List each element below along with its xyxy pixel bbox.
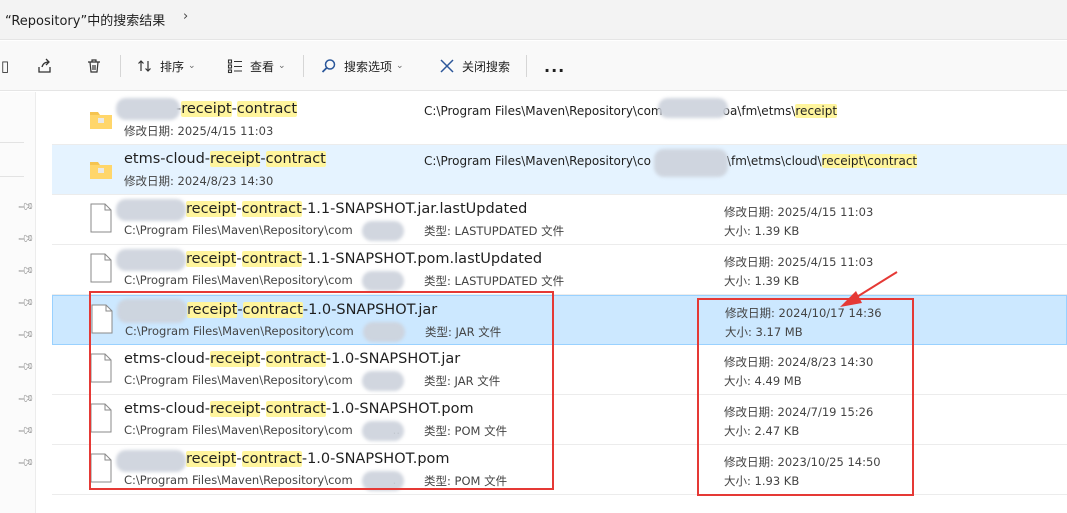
search-options-label: 搜索选项 xyxy=(344,59,393,74)
modified-date: 修改日期: 2025/4/15 11:03 xyxy=(724,205,874,219)
copy-icon: ▯ xyxy=(0,57,10,75)
file-path: C:\Program Files\Maven\Repository\com xyxy=(124,273,353,287)
folder-icon xyxy=(90,162,112,179)
file-row[interactable]: receipt-contract-1.1-SNAPSHOT.jar.lastUp… xyxy=(52,195,1067,245)
modified-date: 修改日期: 2025/4/15 11:03 xyxy=(724,255,874,269)
folder-name[interactable]: etms-cloud-receipt-contract xyxy=(124,151,326,167)
modified-date: 修改日期: 2024/8/23 14:30 xyxy=(124,174,274,188)
redaction-blur xyxy=(362,271,404,291)
sort-button[interactable]: 排序 ⌄ xyxy=(136,41,196,91)
search-options-icon xyxy=(320,57,338,75)
redaction-blur xyxy=(116,199,186,221)
file-icon xyxy=(90,203,112,233)
view-button[interactable]: 查看 ⌄ xyxy=(226,41,286,91)
pin-icon[interactable]: 📌︎ xyxy=(16,325,35,344)
pin-icon[interactable]: 📌︎ xyxy=(16,229,35,248)
file-path: C:\Program Files\Maven\Repository\com xyxy=(124,223,353,237)
folder-row[interactable]: -receipt-contract 修改日期: 2025/4/15 11:03 … xyxy=(52,95,1067,145)
redaction-blur xyxy=(116,249,186,271)
more-icon: ... xyxy=(544,56,566,76)
pin-icon[interactable]: 📌︎ xyxy=(16,261,35,280)
divider xyxy=(0,142,24,143)
file-row[interactable]: receipt-contract-1.1-SNAPSHOT.pom.lastUp… xyxy=(52,245,1067,295)
share-icon xyxy=(36,57,54,75)
pin-icon[interactable]: 📌︎ xyxy=(16,197,35,216)
chevron-down-icon: ⌄ xyxy=(278,61,286,71)
share-partial-button[interactable]: ▯ xyxy=(0,41,20,91)
divider xyxy=(120,55,121,77)
search-options-button[interactable]: 搜索选项 ⌄ xyxy=(320,41,404,91)
view-list-icon xyxy=(226,57,244,75)
redaction-blur xyxy=(362,221,404,241)
folder-path: C:\Program Files\Maven\Repository\com oa\… xyxy=(424,104,838,118)
pin-icon[interactable]: 📌︎ xyxy=(16,357,35,376)
command-bar: ▯ 排序 ⌄ 查看 ⌄ 搜索选项 ⌄ 关闭搜索 ... xyxy=(0,41,1067,91)
chevron-down-icon: ⌄ xyxy=(396,61,404,71)
close-icon xyxy=(438,57,456,75)
title-bar: “Repository”中的搜索结果 › xyxy=(0,0,1067,40)
divider xyxy=(526,55,527,77)
folder-row[interactable]: etms-cloud-receipt-contract 修改日期: 2024/8… xyxy=(52,145,1067,195)
pin-icon[interactable]: 📌︎ xyxy=(16,389,35,408)
divider xyxy=(303,55,304,77)
sort-icon xyxy=(136,57,154,75)
file-type: 类型: LASTUPDATED 文件 xyxy=(424,274,565,288)
close-search-label: 关闭搜索 xyxy=(462,59,511,74)
share-button[interactable] xyxy=(36,41,60,91)
annotation-box-meta xyxy=(697,298,914,496)
divider xyxy=(0,176,24,177)
redaction-blur xyxy=(654,149,728,177)
folder-icon xyxy=(90,112,112,129)
file-size: 大小: 1.39 KB xyxy=(724,224,800,238)
annotation-box-files xyxy=(89,291,554,490)
trash-icon xyxy=(85,57,103,75)
chevron-right-icon[interactable]: › xyxy=(183,9,188,24)
file-size: 大小: 1.39 KB xyxy=(724,274,800,288)
modified-date: 修改日期: 2025/4/15 11:03 xyxy=(124,124,274,138)
file-icon xyxy=(90,253,112,283)
pin-icon[interactable]: 📌︎ xyxy=(16,293,35,312)
sort-label: 排序 xyxy=(160,59,185,74)
file-name[interactable]: receipt-contract-1.1-SNAPSHOT.pom.lastUp… xyxy=(124,251,542,267)
redaction-blur xyxy=(116,98,180,120)
pin-icon[interactable]: 📌︎ xyxy=(16,421,35,440)
close-search-button[interactable]: 关闭搜索 xyxy=(438,41,510,91)
view-label: 查看 xyxy=(250,59,275,74)
redaction-blur xyxy=(658,98,728,118)
navigation-pane: 📌︎ 📌︎ 📌︎ 📌︎ 📌︎ 📌︎ 📌︎ 📌︎ 📌︎ xyxy=(0,92,36,513)
chevron-down-icon: ⌄ xyxy=(188,61,196,71)
delete-button[interactable] xyxy=(85,41,109,91)
more-options-button[interactable]: ... xyxy=(544,41,565,91)
pin-icon[interactable]: 📌︎ xyxy=(16,453,35,472)
breadcrumb-title[interactable]: “Repository”中的搜索结果 xyxy=(5,10,165,29)
file-type: 类型: LASTUPDATED 文件 xyxy=(424,224,565,238)
